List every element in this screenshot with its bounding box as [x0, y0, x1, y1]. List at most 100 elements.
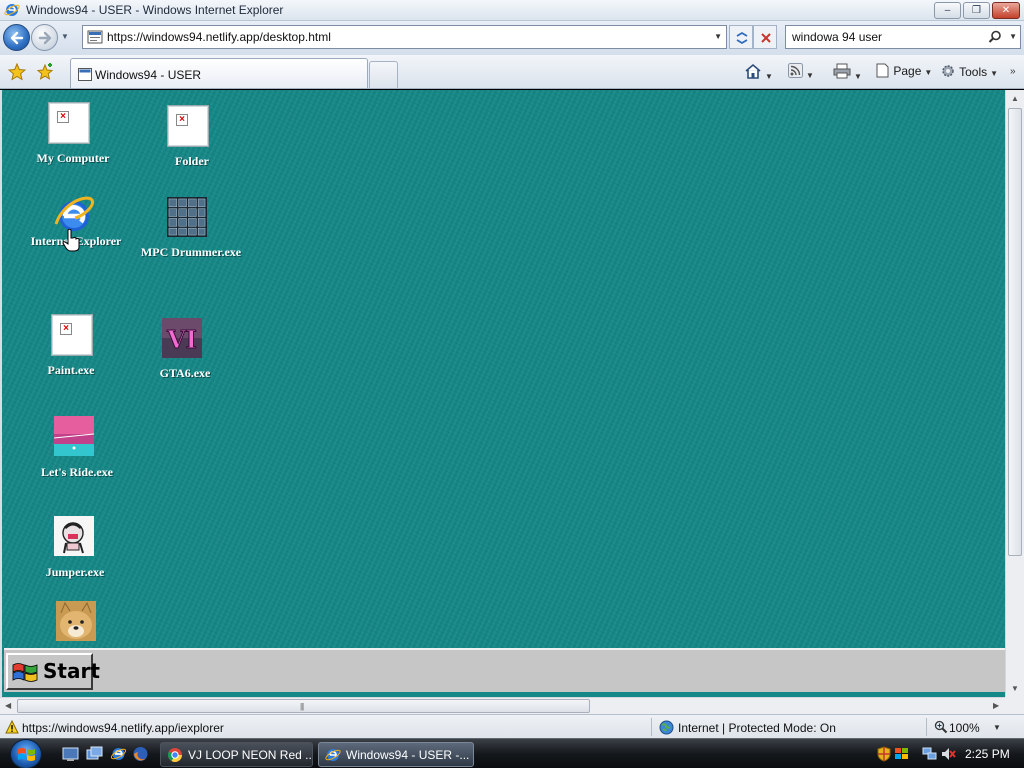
print-dropdown-icon[interactable]: ▼: [854, 72, 862, 81]
page-menu-label: Page: [893, 64, 922, 78]
desktop-icon-gta6[interactable]: VI GTA6.exe: [130, 317, 240, 387]
address-input[interactable]: https://windows94.netlify.app/desktop.ht…: [107, 30, 331, 44]
tab-label: Windows94 - USER: [95, 68, 202, 82]
desktop-icon-label: MPC Drummer.exe: [140, 245, 242, 259]
back-arrow-icon: [10, 31, 24, 45]
network-icon[interactable]: [922, 746, 938, 762]
horizontal-scrollbar[interactable]: ◀ ||| ▶: [0, 697, 1005, 714]
gear-icon: [942, 65, 954, 77]
tools-menu[interactable]: Tools ▼: [940, 63, 998, 81]
search-input[interactable]: windowa 94 user: [792, 30, 882, 44]
vertical-scroll-thumb[interactable]: [1008, 108, 1022, 556]
status-link-url: https://windows94.netlify.app/iexplorer: [22, 721, 224, 735]
system-clock[interactable]: 2:25 PM: [965, 747, 1010, 761]
firefox-icon[interactable]: [132, 746, 149, 762]
chrome-icon: [167, 748, 182, 762]
search-box[interactable]: windowa 94 user ▼: [785, 25, 1021, 49]
search-icon[interactable]: [988, 30, 1002, 44]
security-shield-icon[interactable]: [876, 746, 892, 762]
vertical-scrollbar[interactable]: ▲ ▼: [1005, 90, 1024, 697]
warning-icon[interactable]: [5, 720, 19, 734]
pink-sunset-icon: [54, 416, 94, 456]
desktop-icon-lets-ride[interactable]: Let's Ride.exe: [22, 416, 132, 486]
status-bar: https://windows94.netlify.app/iexplorer …: [0, 714, 1024, 738]
broken-image-icon: ×: [167, 105, 209, 147]
window-title-bar[interactable]: Windows94 - USER - Windows Internet Expl…: [0, 0, 1024, 21]
show-desktop-icon[interactable]: [62, 746, 79, 762]
tab-windows94-user[interactable]: Windows94 - USER: [70, 58, 368, 88]
start-orb-button[interactable]: [10, 739, 42, 768]
scroll-left-arrow-icon[interactable]: ◀: [5, 701, 11, 710]
address-dropdown-icon[interactable]: ▼: [714, 32, 722, 41]
scrollbar-corner: [1005, 697, 1024, 714]
forward-button[interactable]: [31, 24, 58, 51]
home-icon: [745, 63, 761, 79]
address-bar[interactable]: https://windows94.netlify.app/desktop.ht…: [82, 25, 727, 49]
desktop-icon-paint[interactable]: × Paint.exe: [16, 314, 126, 384]
search-options-dropdown[interactable]: ▼: [1009, 32, 1017, 41]
zoom-level[interactable]: 100%: [949, 721, 980, 735]
scroll-up-arrow-icon[interactable]: ▲: [1011, 94, 1019, 103]
windows-logo-icon: [18, 748, 35, 761]
print-button[interactable]: ▼: [833, 63, 862, 81]
desktop-icon-label: Jumper.exe: [45, 565, 105, 579]
security-zone-text[interactable]: Internet | Protected Mode: On: [678, 721, 836, 735]
add-favorite-icon[interactable]: [36, 63, 54, 81]
jumper-character-icon: [54, 516, 94, 556]
favorites-star-icon[interactable]: [8, 63, 26, 81]
taskbar-item-label: Windows94 - USER -...: [346, 748, 470, 762]
home-dropdown-icon[interactable]: ▼: [765, 72, 773, 81]
doge-icon: [56, 601, 96, 641]
new-tab-button[interactable]: [369, 61, 398, 88]
web-page-content: × My Computer × Folder Internet Explorer…: [0, 90, 1007, 697]
broken-image-icon: ×: [51, 314, 93, 356]
desktop-icon-my-computer[interactable]: × My Computer: [18, 102, 128, 172]
horizontal-scroll-thumb[interactable]: |||: [17, 699, 590, 713]
close-button[interactable]: ✕: [992, 2, 1020, 19]
desktop-icon-doge[interactable]: [22, 601, 132, 643]
stop-icon: [761, 33, 771, 43]
minimize-button[interactable]: –: [934, 2, 961, 19]
feeds-dropdown-icon[interactable]: ▼: [806, 71, 814, 80]
refresh-icon: [736, 31, 748, 45]
scroll-down-arrow-icon[interactable]: ▼: [1011, 684, 1019, 693]
taskbar-item-windows94[interactable]: Windows94 - USER -...: [318, 742, 474, 767]
windows-flag-icon[interactable]: [894, 746, 910, 762]
address-row: ▼ https://windows94.netlify.app/desktop.…: [0, 21, 1024, 55]
page-menu[interactable]: Page ▼: [875, 63, 932, 81]
zoom-icon[interactable]: [934, 720, 948, 734]
internet-explorer-icon[interactable]: [110, 746, 127, 762]
drum-pad-grid-icon: [167, 197, 207, 237]
desktop-icon-label: Paint.exe: [47, 363, 95, 377]
os-taskbar: VJ LOOP NEON Red ... Windows94 - USER -.…: [0, 738, 1024, 768]
broken-image-icon: ×: [48, 102, 90, 144]
back-button[interactable]: [3, 24, 30, 51]
refresh-button[interactable]: [729, 25, 753, 49]
start-button[interactable]: Start: [6, 653, 100, 690]
feeds-button[interactable]: ▼: [788, 63, 814, 81]
taskbar-item-vj-loop[interactable]: VJ LOOP NEON Red ...: [160, 742, 313, 767]
page-icon: [78, 68, 92, 81]
desktop-icon-jumper[interactable]: Jumper.exe: [20, 516, 130, 586]
switch-windows-icon[interactable]: [86, 746, 103, 762]
status-separator: [926, 718, 927, 736]
maximize-button[interactable]: ❐: [963, 2, 990, 19]
desktop-icon-mpc-drummer[interactable]: MPC Drummer.exe: [136, 196, 246, 276]
stop-button[interactable]: [753, 25, 777, 49]
desktop-icon-folder[interactable]: × Folder: [137, 105, 247, 175]
volume-muted-icon[interactable]: [940, 746, 956, 762]
status-separator: [651, 718, 652, 736]
home-button[interactable]: ▼: [744, 63, 773, 81]
forward-arrow-icon: [38, 31, 52, 45]
tools-dropdown-icon: ▼: [990, 69, 999, 78]
tools-menu-label: Tools: [959, 65, 988, 79]
zoom-dropdown-icon[interactable]: ▼: [993, 723, 1001, 732]
desktop-icon-label: GTA6.exe: [159, 366, 211, 380]
windows-flag-icon: [12, 663, 38, 682]
windows94-taskbar: Start: [4, 648, 1007, 692]
scroll-right-arrow-icon[interactable]: ▶: [993, 701, 999, 710]
gta-vi-logo-icon: VI: [162, 318, 202, 358]
tab-row: Windows94 - USER ▼ ▼ ▼ Page ▼ Tools ▼ »: [0, 55, 1024, 89]
toolbar-overflow-chevron-icon[interactable]: »: [1010, 66, 1016, 77]
recent-pages-dropdown[interactable]: ▼: [61, 32, 69, 41]
